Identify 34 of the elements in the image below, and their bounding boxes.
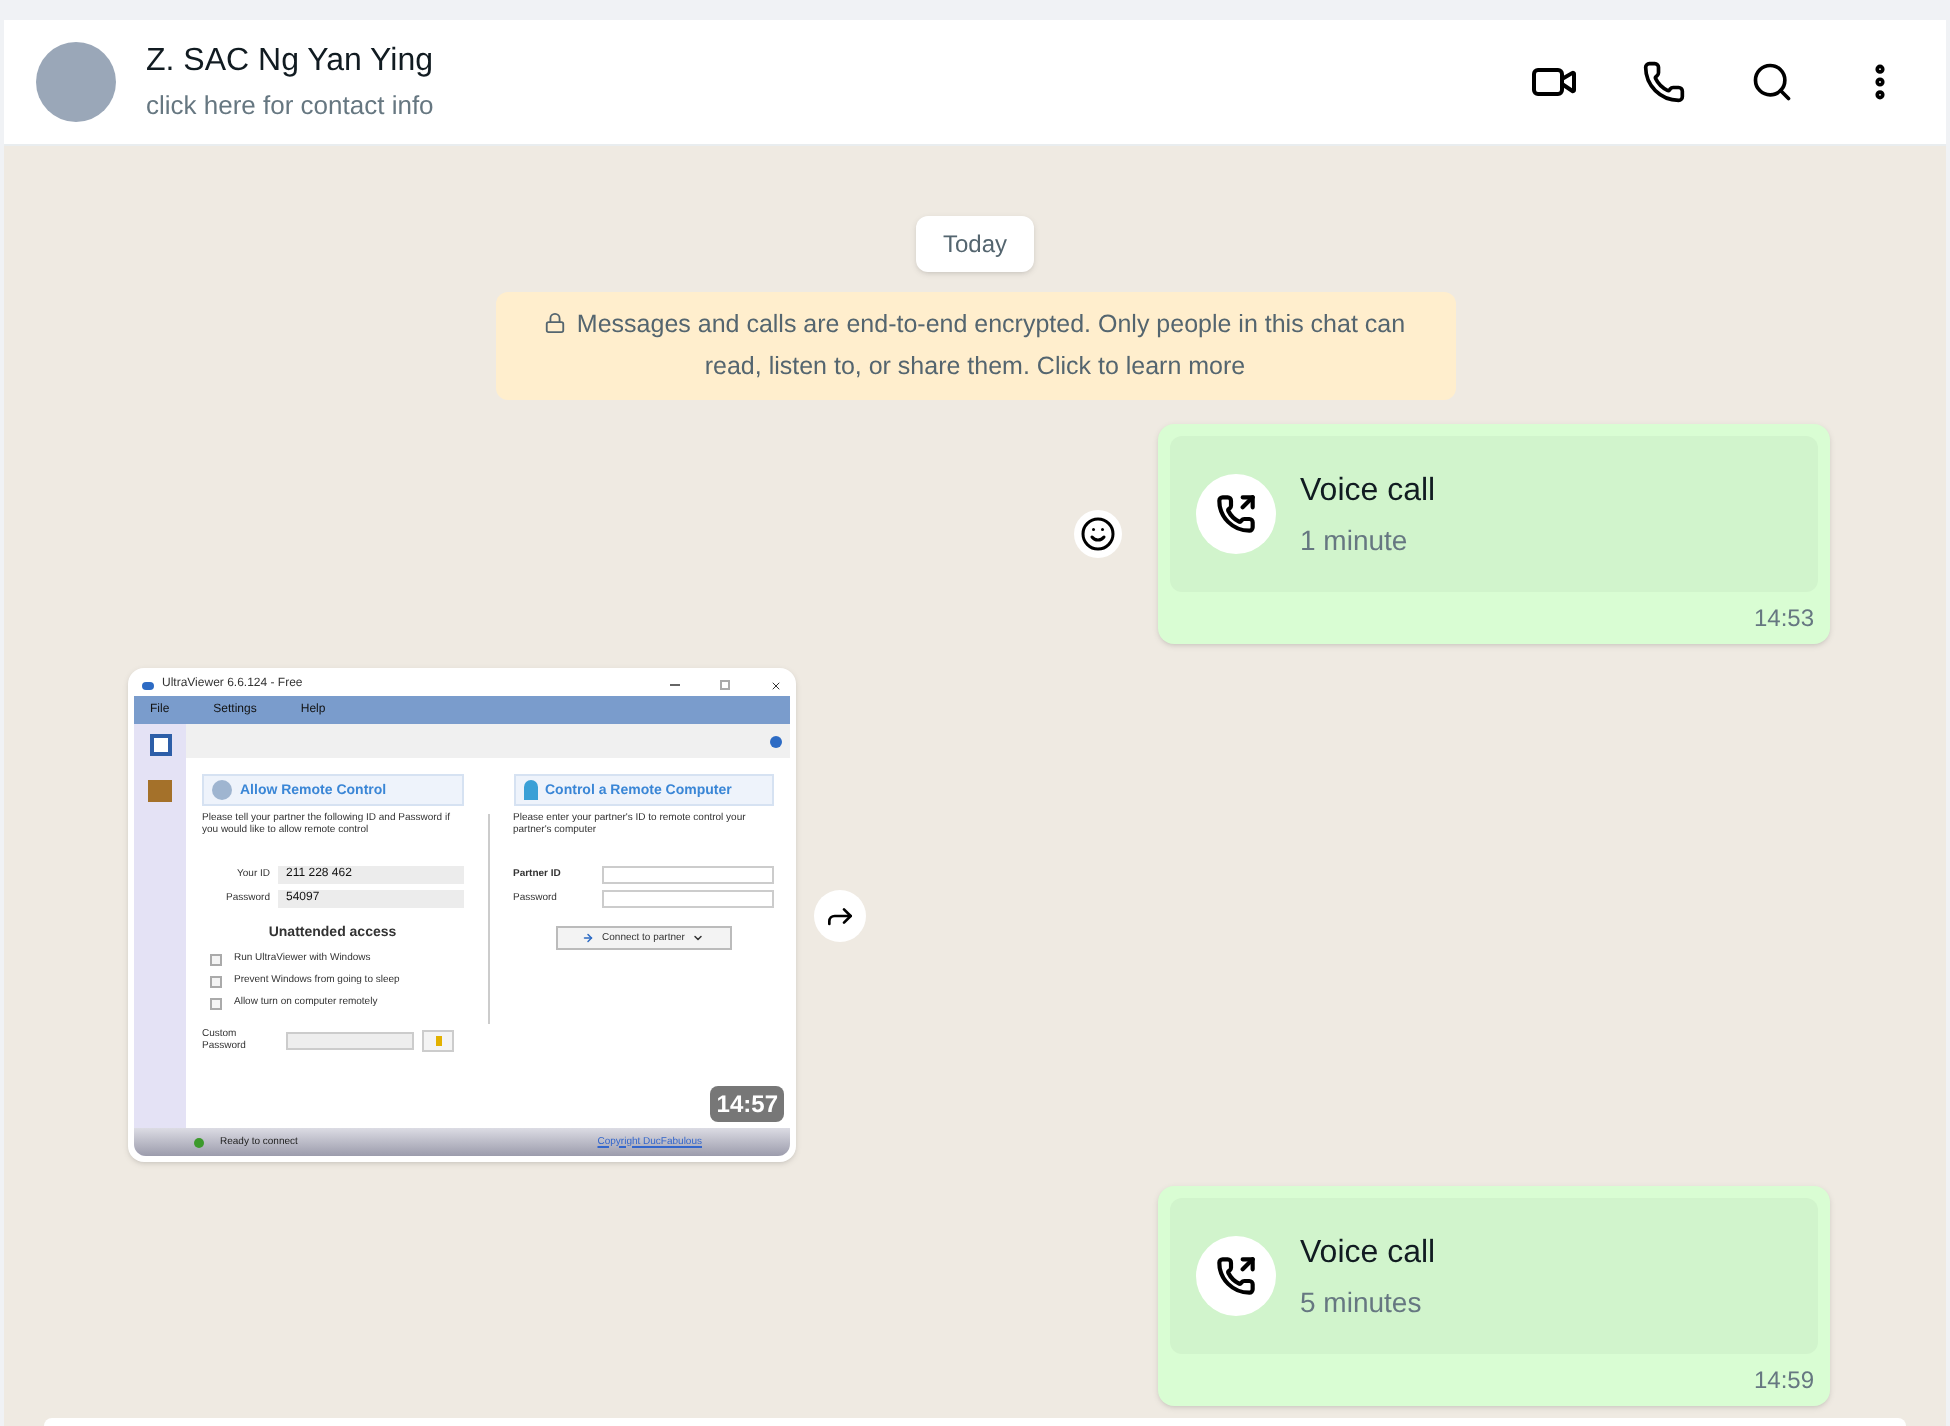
maximize-icon xyxy=(720,680,730,690)
call-bubble[interactable]: Voice call 1 minute 14:53 xyxy=(1158,424,1830,644)
checkbox[interactable] xyxy=(210,953,222,965)
forward-button[interactable] xyxy=(814,889,866,941)
phone-icon[interactable] xyxy=(1642,60,1686,104)
caret-icon xyxy=(692,932,705,944)
call-bubble[interactable]: Voice call 5 minutes 14:59 xyxy=(1158,1186,1830,1406)
date-chip: Today xyxy=(916,216,1034,272)
minimize-icon xyxy=(670,684,680,686)
avatar[interactable] xyxy=(36,42,116,122)
arrow-icon xyxy=(582,932,595,944)
contact-name[interactable]: Z. SAC Ng Yan Ying xyxy=(146,38,1500,87)
search-icon[interactable] xyxy=(1750,60,1794,104)
checkbox[interactable] xyxy=(210,975,222,987)
close-icon xyxy=(770,679,782,691)
call-duration: 5 minutes xyxy=(1300,1283,1424,1321)
emoji-button[interactable] xyxy=(1074,510,1122,558)
call-duration: 1 minute xyxy=(1300,521,1410,559)
call-title: Voice call xyxy=(1300,1233,1436,1273)
input-field[interactable] xyxy=(286,1031,414,1049)
input-field[interactable] xyxy=(601,890,774,908)
lock-icon xyxy=(544,311,567,334)
outgoing-call-icon xyxy=(1216,1256,1256,1296)
checkbox[interactable] xyxy=(210,997,222,1009)
message-time: 14:59 xyxy=(1753,1364,1814,1398)
help-icon[interactable] xyxy=(770,735,782,747)
call-title: Voice call xyxy=(1300,471,1436,511)
smiley-icon xyxy=(1080,516,1116,552)
input-field[interactable] xyxy=(601,866,774,884)
message-time: 14:57 xyxy=(710,1086,784,1122)
outgoing-call-icon xyxy=(1216,494,1256,534)
encryption-notice[interactable]: Messages and calls are end-to-end encrypted. Only people in this chat can read, listen to, or share them. Click to learn more xyxy=(495,292,1455,400)
contact-info-link[interactable]: click here for contact info xyxy=(146,86,1500,126)
message-time: 14:53 xyxy=(1753,602,1814,636)
